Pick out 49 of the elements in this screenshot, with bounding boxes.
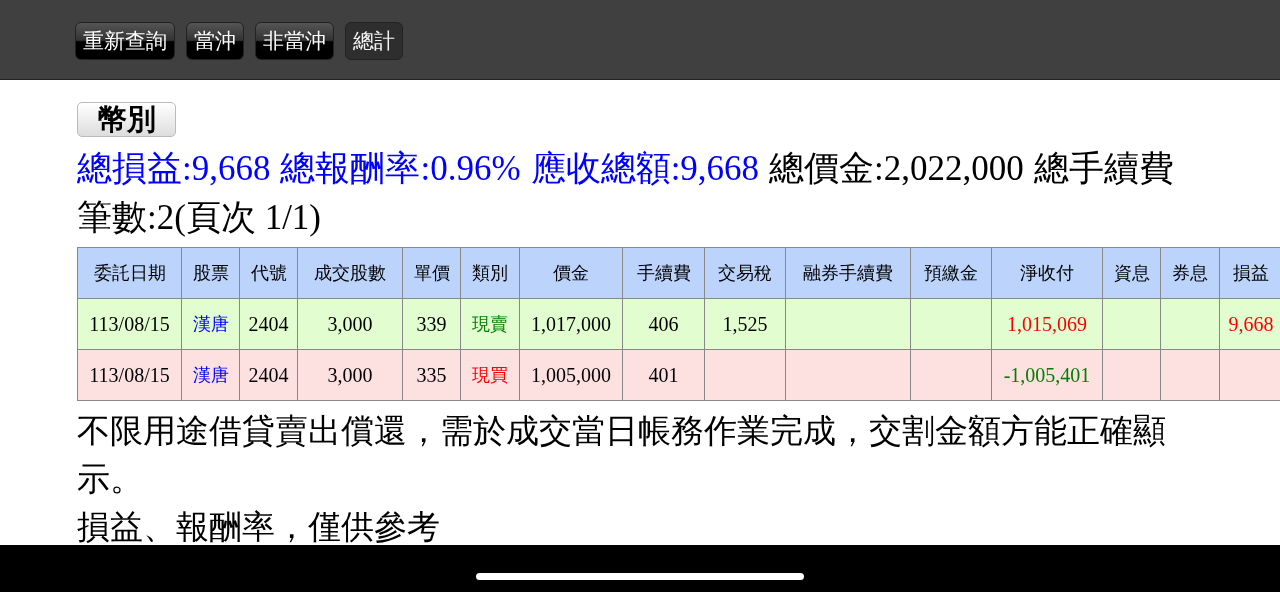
table-cell: 401 xyxy=(622,349,705,401)
summary-value: 總手續費 xyxy=(1033,148,1174,190)
table-cell: 9,668 xyxy=(1219,298,1280,350)
table-cell: 1,525 xyxy=(704,298,786,350)
column-header: 券息 xyxy=(1160,247,1220,299)
column-header: 淨收付 xyxy=(991,247,1103,299)
summary-value: 應收總額:9,668 xyxy=(530,148,760,190)
toolbar-button[interactable]: 總計 xyxy=(345,21,403,60)
home-indicator[interactable] xyxy=(476,573,804,580)
column-header: 價金 xyxy=(519,247,623,299)
toolbar-button[interactable]: 非當沖 xyxy=(255,21,334,60)
column-header: 成交股數 xyxy=(297,247,403,299)
column-header: 類別 xyxy=(460,247,520,299)
column-header: 委託日期 xyxy=(77,247,182,299)
table-cell: 3,000 xyxy=(297,349,403,401)
table-cell: 2404 xyxy=(239,349,298,401)
column-header: 單價 xyxy=(402,247,461,299)
record-count: 筆數:2(頁次 1/1) xyxy=(77,197,322,239)
note-text: 損益、報酬率，僅供參考 xyxy=(77,506,441,548)
table-cell: 113/08/15 xyxy=(77,349,182,401)
note-text: 不限用途借貸賣出償還，需於成交當日帳務作業完成，交割金額方能正確顯示。 xyxy=(77,410,1167,500)
summary-value: 總報酬率:0.96% xyxy=(280,148,521,190)
table-cell: 1,017,000 xyxy=(519,298,623,350)
summary-value: 總價金:2,022,000 xyxy=(769,148,1024,190)
toolbar-button[interactable]: 當沖 xyxy=(186,21,244,60)
column-header: 交易稅 xyxy=(704,247,786,299)
summary-value: 總損益:9,668 xyxy=(77,148,271,190)
table-cell: 1,015,069 xyxy=(991,298,1103,350)
table-cell: 406 xyxy=(622,298,705,350)
table-cell: 113/08/15 xyxy=(77,298,182,350)
table-cell: 漢唐 xyxy=(181,349,240,401)
column-header: 資息 xyxy=(1102,247,1161,299)
table-cell: 現買 xyxy=(460,349,520,401)
table-cell: 339 xyxy=(402,298,461,350)
column-header: 手續費 xyxy=(622,247,705,299)
table-cell: 3,000 xyxy=(297,298,403,350)
table-cell: 漢唐 xyxy=(181,298,240,350)
column-header: 損益 xyxy=(1219,247,1280,299)
column-header: 股票 xyxy=(181,247,240,299)
column-header: 融券手續費 xyxy=(785,247,911,299)
table-cell: 現賣 xyxy=(460,298,520,350)
currency-button[interactable]: 幣別 xyxy=(77,102,176,137)
toolbar-button[interactable]: 重新查詢 xyxy=(75,21,175,60)
column-header: 預繳金 xyxy=(910,247,992,299)
column-header: 代號 xyxy=(239,247,298,299)
table-cell: 2404 xyxy=(239,298,298,350)
table-cell: -1,005,401 xyxy=(991,349,1103,401)
table-cell: 335 xyxy=(402,349,461,401)
table-cell: 1,005,000 xyxy=(519,349,623,401)
